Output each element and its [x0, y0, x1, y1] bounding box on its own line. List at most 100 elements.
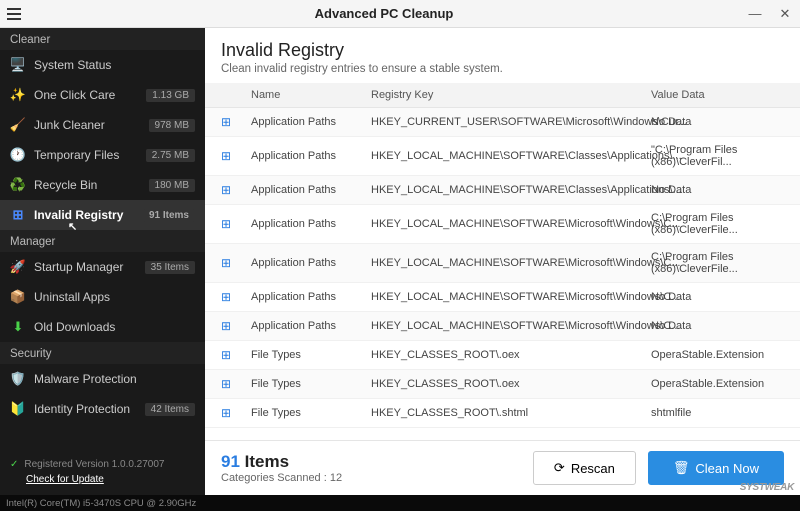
sidebar-badge: 1.13 GB [146, 89, 195, 102]
wand-icon: ✨ [10, 87, 26, 103]
section-manager: Manager [0, 230, 205, 252]
registry-row-icon: ⊞ [221, 217, 231, 231]
col-value: Value Data [651, 89, 784, 101]
row-name: Application Paths [251, 150, 371, 162]
categories-scanned: Categories Scanned : 12 [221, 472, 521, 484]
sidebar-item-label: Malware Protection [34, 372, 195, 386]
sidebar-item-junk[interactable]: 🧹 Junk Cleaner 978 MB [0, 110, 205, 140]
close-button[interactable]: ✕ [770, 0, 800, 28]
sidebar-item-downloads[interactable]: ⬇ Old Downloads [0, 312, 205, 342]
registered-text: Registered Version 1.0.0.27007 [24, 459, 164, 470]
clean-label: Clean Now [695, 461, 759, 476]
row-name: Application Paths [251, 257, 371, 269]
sidebar-badge: 91 Items [143, 209, 195, 222]
sidebar-item-label: Uninstall Apps [34, 290, 195, 304]
sidebar-item-registry[interactable]: ⊞ Invalid Registry 91 Items ↖ [0, 200, 205, 230]
row-value: OperaStable.Extension [651, 378, 784, 390]
row-value: No Data [651, 184, 784, 196]
table-row[interactable]: ⊞ File TypesHKEY_CLASSES_ROOT\.oexOperaSt… [205, 370, 800, 399]
app-title: Advanced PC Cleanup [28, 6, 740, 21]
table-body[interactable]: ⊞Application PathsHKEY_CURRENT_USER\SOFT… [205, 108, 800, 440]
sidebar-item-label: One Click Care [34, 88, 138, 102]
sidebar-item-recycle[interactable]: ♻️ Recycle Bin 180 MB [0, 170, 205, 200]
item-count: 91 Items [221, 452, 521, 472]
row-key: HKEY_CURRENT_USER\SOFTWARE\Microsoft\Win… [371, 116, 651, 128]
sidebar-item-identity[interactable]: 🔰 Identity Protection 42 Items [0, 394, 205, 424]
statusbar: Intel(R) Core(TM) i5-3470S CPU @ 2.90GHz [0, 495, 800, 511]
clock-icon: 🕐 [10, 147, 26, 163]
monitor-icon: 🖥️ [10, 57, 26, 73]
item-count-label: Items [245, 452, 289, 471]
sidebar-item-label: Startup Manager [34, 260, 137, 274]
row-value: C:\Program Files (x86)\CleverFile... [651, 212, 784, 236]
registry-row-icon: ⊞ [221, 377, 231, 391]
identity-icon: 🔰 [10, 401, 26, 417]
registry-icon: ⊞ [10, 207, 26, 223]
row-value: shtmlfile [651, 407, 784, 419]
row-name: File Types [251, 349, 371, 361]
row-value: No Data [651, 116, 784, 128]
item-count-num: 91 [221, 452, 240, 471]
col-name: Name [251, 89, 371, 101]
table-row[interactable]: ⊞ Application PathsHKEY_LOCAL_MACHINE\SOF… [205, 205, 800, 244]
row-key: HKEY_CLASSES_ROOT\.oex [371, 378, 651, 390]
page-subtitle: Clean invalid registry entries to ensure… [221, 63, 784, 75]
table-row[interactable]: ⊞Application PathsHKEY_LOCAL_MACHINE\SOF… [205, 176, 800, 205]
box-icon: 📦 [10, 289, 26, 305]
sidebar-item-one-click[interactable]: ✨ One Click Care 1.13 GB [0, 80, 205, 110]
recycle-icon: ♻️ [10, 177, 26, 193]
table-row[interactable]: ⊞Application PathsHKEY_LOCAL_MACHINE\SOF… [205, 312, 800, 341]
sidebar-item-uninstall[interactable]: 📦 Uninstall Apps [0, 282, 205, 312]
registry-row-icon: ⊞ [221, 290, 231, 304]
menu-icon[interactable] [0, 0, 28, 28]
table-row[interactable]: ⊞Application PathsHKEY_LOCAL_MACHINE\SOF… [205, 137, 800, 176]
sidebar-item-label: Old Downloads [34, 320, 195, 334]
table-row[interactable]: ⊞Application PathsHKEY_CURRENT_USER\SOFT… [205, 108, 800, 137]
footer-bar: 91 Items Categories Scanned : 12 ⟳ Resca… [205, 440, 800, 495]
watermark: SYSTWEAK [740, 482, 794, 493]
sidebar-badge: 978 MB [149, 119, 195, 132]
sidebar-item-label: Identity Protection [34, 402, 137, 416]
row-key: HKEY_CLASSES_ROOT\.oex [371, 349, 651, 361]
table-row[interactable]: ⊞Application PathsHKEY_LOCAL_MACHINE\SOF… [205, 244, 800, 283]
table-row[interactable]: ⊞File TypesHKEY_CLASSES_ROOT\.shtmlshtml… [205, 399, 800, 428]
row-name: Application Paths [251, 291, 371, 303]
registry-row-icon: ⊞ [221, 406, 231, 420]
trash-icon: 🗑 [673, 460, 690, 476]
sidebar-item-malware[interactable]: 🛡️ Malware Protection [0, 364, 205, 394]
sidebar: Cleaner 🖥️ System Status ✨ One Click Car… [0, 28, 205, 495]
col-key: Registry Key [371, 89, 651, 101]
check-icon: ✓ [10, 459, 18, 470]
cpu-info: Intel(R) Core(TM) i5-3470S CPU @ 2.90GHz [6, 498, 196, 509]
row-key: HKEY_LOCAL_MACHINE\SOFTWARE\Microsoft\Wi… [371, 291, 651, 303]
rescan-button[interactable]: ⟳ Rescan [533, 451, 636, 485]
registry-row-icon: ⊞ [221, 319, 231, 333]
row-key: HKEY_LOCAL_MACHINE\SOFTWARE\Classes\Appl… [371, 184, 651, 196]
minimize-button[interactable]: — [740, 0, 770, 28]
row-name: Application Paths [251, 116, 371, 128]
row-value: C:\Program Files (x86)\CleverFile... [651, 251, 784, 275]
sidebar-badge: 42 Items [145, 403, 195, 416]
trash-icon: 🧹 [10, 117, 26, 133]
sidebar-badge: 2.75 MB [146, 149, 195, 162]
check-update-link[interactable]: Check for Update [26, 474, 195, 485]
sidebar-item-startup[interactable]: 🚀 Startup Manager 35 Items [0, 252, 205, 282]
download-icon: ⬇ [10, 319, 26, 335]
registry-row-icon: ⊞ [221, 183, 231, 197]
row-key: HKEY_CLASSES_ROOT\.shtml [371, 407, 651, 419]
row-name: Application Paths [251, 218, 371, 230]
shield-icon: 🛡️ [10, 371, 26, 387]
table-row[interactable]: ⊞File TypesHKEY_CLASSES_ROOT\.oexOperaSt… [205, 341, 800, 370]
rescan-label: Rescan [571, 461, 615, 476]
sidebar-badge: 180 MB [149, 179, 195, 192]
sidebar-item-system-status[interactable]: 🖥️ System Status [0, 50, 205, 80]
sidebar-item-temp[interactable]: 🕐 Temporary Files 2.75 MB [0, 140, 205, 170]
row-name: File Types [251, 378, 371, 390]
sidebar-item-label: Temporary Files [34, 148, 138, 162]
table-row[interactable]: ⊞ Application PathsHKEY_LOCAL_MACHINE\SOF… [205, 283, 800, 312]
sidebar-footer: ✓ Registered Version 1.0.0.27007 Check f… [0, 449, 205, 495]
row-key: HKEY_LOCAL_MACHINE\SOFTWARE\Microsoft\Wi… [371, 218, 651, 230]
clean-now-button[interactable]: 🗑 Clean Now [648, 451, 784, 485]
row-value: "C:\Program Files (x86)\CleverFil... [651, 144, 784, 168]
page-title: Invalid Registry [221, 40, 784, 61]
